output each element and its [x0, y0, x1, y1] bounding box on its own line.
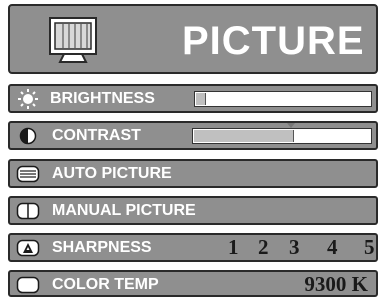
sun-icon — [18, 89, 38, 109]
manual-picture-row[interactable]: MANUAL PICTURE — [8, 196, 378, 225]
contrast-row[interactable]: CONTRAST — [8, 121, 378, 150]
sharpness-icon — [16, 239, 40, 257]
color-temp-icon — [16, 276, 40, 294]
contrast-icon — [19, 127, 37, 145]
brightness-level-fill — [196, 93, 206, 105]
sharpness-level-2[interactable]: 2 — [258, 235, 269, 260]
sharpness-levels: 1 2 3 4 5 — [228, 235, 375, 260]
osd-picture-menu: PICTURE BRIGHTNESS CONTRAST AUTO PICTURE… — [0, 0, 387, 301]
sharpness-label: SHARPNESS — [52, 239, 152, 256]
sharpness-level-1[interactable]: 1 — [228, 235, 239, 260]
sharpness-level-4[interactable]: 4 — [327, 235, 338, 260]
monitor-icon — [49, 17, 97, 63]
color-temp-label: COLOR TEMP — [52, 276, 159, 293]
menu-header: PICTURE — [8, 4, 378, 74]
contrast-label: CONTRAST — [52, 127, 141, 144]
manual-picture-icon — [16, 202, 40, 220]
color-temp-row[interactable]: COLOR TEMP 9300 K — [8, 270, 378, 297]
contrast-default-marker — [287, 123, 295, 128]
sharpness-level-5[interactable]: 5 — [364, 235, 375, 260]
manual-picture-label: MANUAL PICTURE — [52, 202, 196, 219]
menu-title: PICTURE — [182, 19, 365, 63]
contrast-level-fill — [194, 130, 294, 142]
contrast-slider[interactable] — [192, 123, 372, 144]
auto-picture-row[interactable]: AUTO PICTURE — [8, 159, 378, 188]
color-temp-value: 9300 K — [304, 272, 368, 296]
sharpness-level-3[interactable]: 3 — [289, 235, 300, 260]
brightness-slider[interactable] — [194, 91, 372, 107]
brightness-row[interactable]: BRIGHTNESS — [8, 84, 378, 113]
brightness-label: BRIGHTNESS — [50, 90, 155, 107]
auto-picture-label: AUTO PICTURE — [52, 165, 172, 182]
auto-picture-icon — [16, 165, 40, 183]
sharpness-row[interactable]: SHARPNESS 1 2 3 4 5 — [8, 233, 378, 262]
